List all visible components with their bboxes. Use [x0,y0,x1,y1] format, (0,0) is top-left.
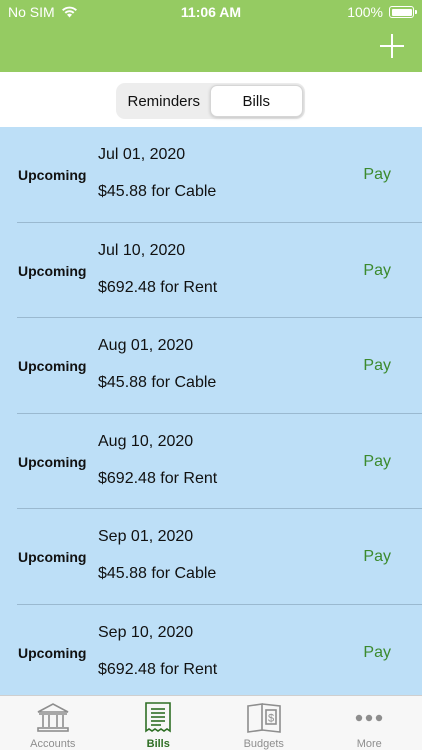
bill-amount: $692.48 for Rent [98,278,218,296]
tab-accounts[interactable]: Accounts [0,696,106,750]
bill-amount: $45.88 for Cable [98,183,217,200]
bill-status: Upcoming [18,358,87,374]
bill-amount: $45.88 for Cable [98,565,217,582]
header: No SIM 11:06 AM 100% [0,0,422,72]
status-bar: No SIM 11:06 AM 100% [0,0,422,24]
bank-icon [33,701,73,735]
bill-amount: $692.48 for Rent [98,469,218,487]
bill-date: Sep 10, 2020 [98,623,194,641]
battery-percent: 100% [347,4,383,20]
pay-button[interactable]: Pay [363,357,391,375]
bill-date: Jul 10, 2020 [98,241,186,259]
bill-amount: $45.88 for Cable [98,374,217,391]
bill-status: Upcoming [18,262,87,279]
list-item[interactable]: Upcoming Aug 10, 2020 $692.48 for Rent P… [0,414,422,509]
plus-icon[interactable] [380,34,404,58]
status-right: 100% [347,4,417,20]
bill-date: Aug 10, 2020 [98,432,194,450]
bill-status: Upcoming [18,453,87,470]
segment-bills[interactable]: Bills [209,85,303,117]
bill-status: Upcoming [18,167,87,183]
segmented-control: Reminders Bills [116,83,305,119]
bill-status: Upcoming [18,644,87,661]
list-item[interactable]: Upcoming Sep 10, 2020 $692.48 for Rent P… [0,605,422,696]
tab-label: Budgets [243,738,284,750]
more-dots-icon [349,701,389,735]
bill-status: Upcoming [18,549,87,565]
battery-icon [389,6,417,18]
tab-label: More [356,738,382,750]
bill-date: Sep 01, 2020 [98,528,194,545]
tab-label: Accounts [30,738,76,750]
list-item[interactable]: Upcoming Aug 01, 2020 $45.88 for Cable P… [0,318,422,414]
list-item[interactable]: Upcoming Sep 01, 2020 $45.88 for Cable P… [0,509,422,605]
segment-reminders[interactable]: Reminders [118,85,210,117]
tab-more[interactable]: More [317,696,422,750]
pay-button[interactable]: Pay [363,548,391,566]
bill-date: Jul 01, 2020 [98,146,186,163]
bill-date: Aug 01, 2020 [98,337,194,354]
pay-button[interactable]: Pay [363,644,391,662]
pay-button[interactable]: Pay [363,453,391,471]
bill-amount: $692.48 for Rent [98,660,218,678]
svg-text:$: $ [268,713,274,725]
tab-budgets[interactable]: $ Budgets [211,696,317,750]
bills-list: Upcoming Jul 01, 2020 $45.88 for Cable P… [0,127,422,695]
budget-book-icon: $ [244,701,284,735]
segment-bar: Reminders Bills [0,72,422,128]
pay-button[interactable]: Pay [363,166,391,184]
list-item[interactable]: Upcoming Jul 10, 2020 $692.48 for Rent P… [0,223,422,318]
tab-label: Bills [146,738,170,750]
bill-icon [138,701,178,735]
list-item[interactable]: Upcoming Jul 01, 2020 $45.88 for Cable P… [0,127,422,223]
tab-bar: Accounts Bills $ Budgets More [0,695,422,750]
tab-bills[interactable]: Bills [106,696,212,750]
pay-button[interactable]: Pay [363,262,391,280]
